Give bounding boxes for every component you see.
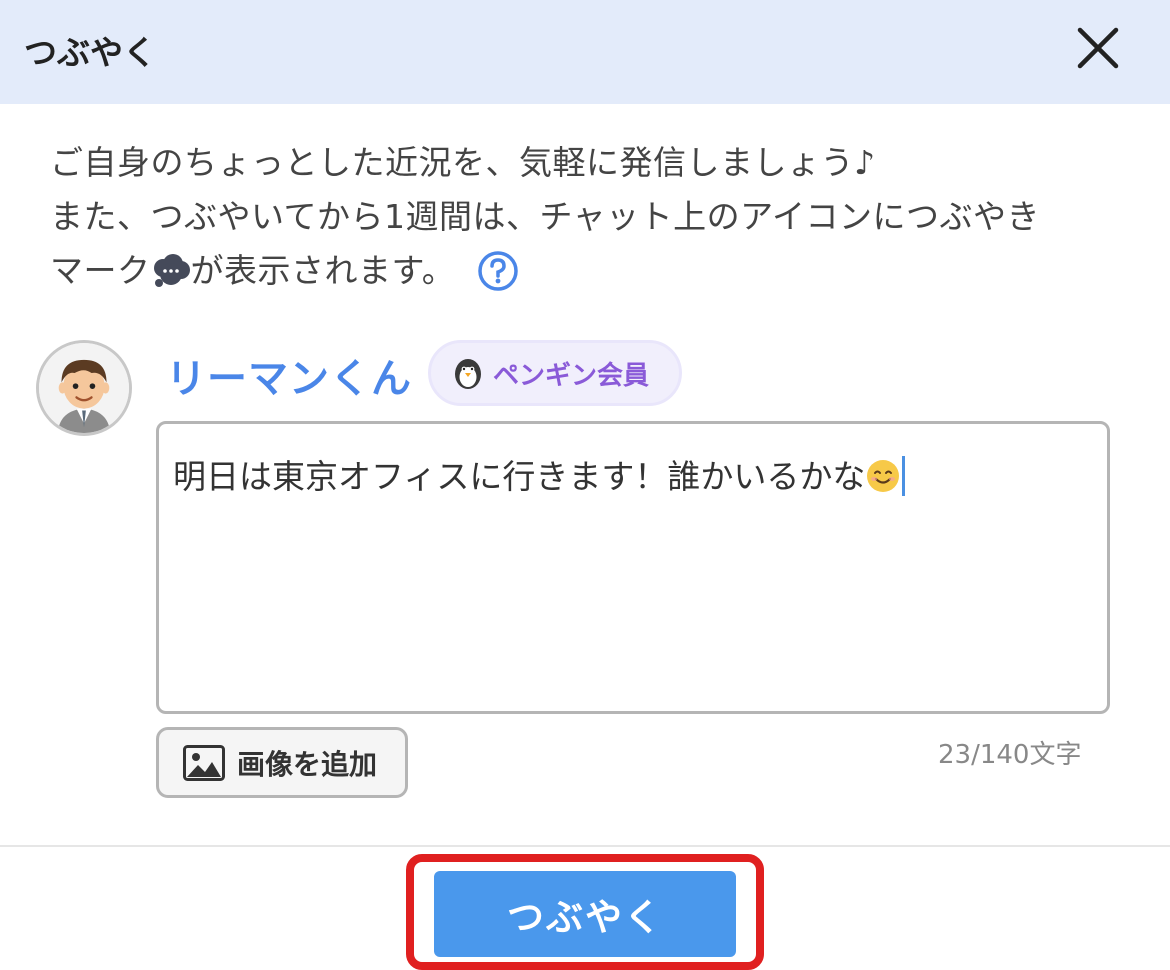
- badge-label: ペンギン会員: [493, 360, 650, 391]
- description-line-3: マーク が表示されます。: [50, 244, 1130, 298]
- avatar-illustration: [39, 343, 129, 433]
- image-icon: [183, 744, 225, 781]
- footer-divider: [0, 845, 1170, 847]
- dialog-header: つぶやく: [0, 0, 1170, 104]
- penguin-icon: [455, 359, 481, 389]
- add-image-label: 画像を追加: [237, 747, 378, 781]
- text-caret: [902, 456, 906, 496]
- post-textarea[interactable]: 明日は東京オフィスに行きます！誰かいるかな: [156, 421, 1110, 714]
- avatar: [36, 340, 132, 436]
- question-mark-icon[interactable]: [477, 250, 519, 292]
- add-image-button[interactable]: 画像を追加: [156, 727, 408, 798]
- description-line-2: また、つぶやいてから1週間は、チャット上のアイコンにつぶやき: [50, 197, 1041, 236]
- description-line-3-end: が表示されます。: [190, 251, 456, 290]
- smiling-face-icon: [865, 458, 901, 494]
- submit-button[interactable]: つぶやく: [434, 871, 736, 957]
- character-count: 23/140文字: [938, 740, 1082, 770]
- description-line-1: ご自身のちょっとした近況を、気軽に発信しましょう♪: [50, 143, 876, 182]
- description: ご自身のちょっとした近況を、気軽に発信しましょう♪ また、つぶやいてから1週間は…: [50, 136, 1130, 298]
- close-icon[interactable]: [1074, 24, 1122, 72]
- speech-bubble-icon: [151, 250, 191, 287]
- dialog-title: つぶやく: [24, 33, 156, 72]
- help-button[interactable]: [477, 250, 519, 292]
- user-name: リーマンくん: [166, 356, 412, 402]
- description-line-3-start: マーク: [50, 251, 151, 290]
- close-button[interactable]: [1074, 24, 1122, 72]
- post-text: 明日は東京オフィスに行きます！誰かいるかな: [173, 457, 866, 496]
- membership-badge: ペンギン会員: [428, 340, 682, 406]
